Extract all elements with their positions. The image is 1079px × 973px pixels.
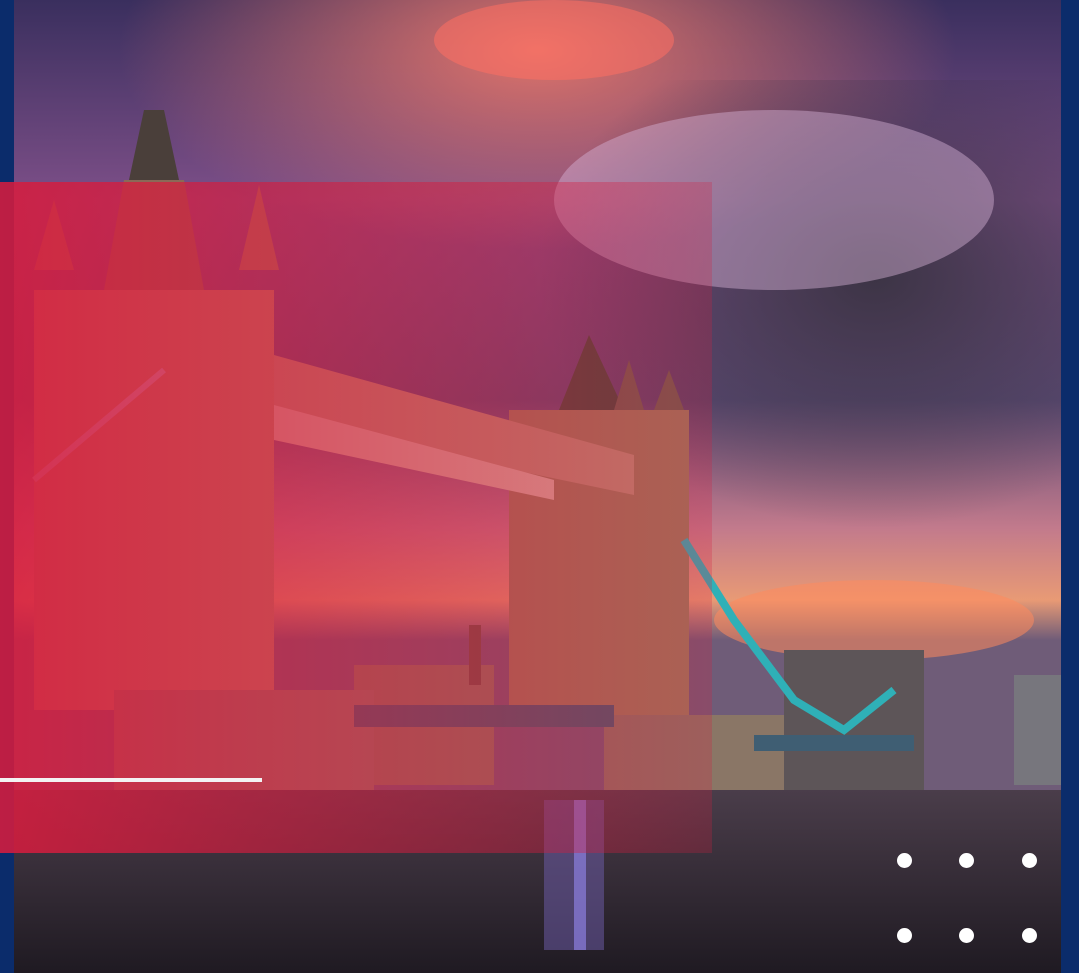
decor-dot xyxy=(897,928,912,943)
decor-dot xyxy=(959,853,974,868)
decor-dot xyxy=(897,853,912,868)
red-overlay-panel xyxy=(0,182,712,853)
frame-right-border xyxy=(1061,0,1079,973)
decor-dot xyxy=(1022,853,1037,868)
accent-divider-line xyxy=(0,778,262,782)
decor-dot xyxy=(1022,928,1037,943)
decor-dot xyxy=(959,928,974,943)
